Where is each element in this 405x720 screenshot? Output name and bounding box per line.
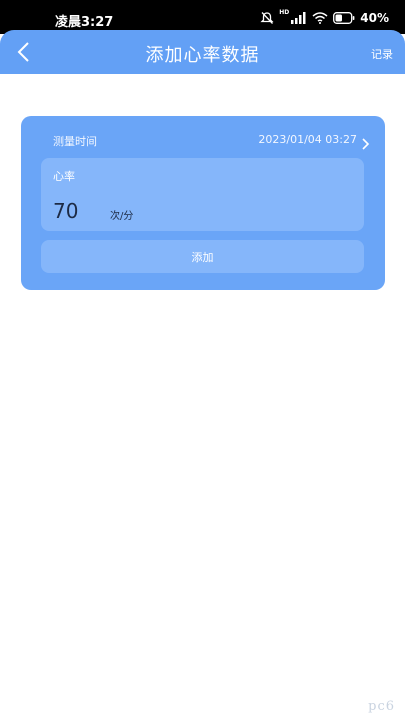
hd-badge: HD — [279, 9, 290, 16]
add-button[interactable]: 添加 — [41, 240, 364, 273]
status-icons: HD 40% — [260, 10, 389, 26]
watermark-logo: pc6 — [368, 699, 395, 714]
measure-time-value[interactable]: 2023/01/04 03:27 — [258, 133, 357, 146]
chevron-right-icon[interactable] — [361, 135, 371, 150]
heart-rate-field[interactable]: 心率 70 次/分 — [41, 158, 364, 231]
page-title: 添加心率数据 — [145, 45, 260, 66]
heart-rate-unit: 次/分 — [110, 211, 134, 222]
wifi-icon — [312, 12, 328, 24]
bell-muted-icon — [260, 11, 274, 25]
heart-rate-input[interactable]: 70 — [53, 199, 78, 223]
status-time: 凌晨3:27 — [55, 15, 114, 30]
heart-rate-form-card: 测量时间 2023/01/04 03:27 心率 70 次/分 添加 — [21, 116, 385, 290]
app-header: 添加心率数据 记录 — [0, 30, 405, 74]
battery-icon — [333, 12, 355, 24]
heart-rate-label: 心率 — [53, 170, 75, 183]
measure-time-label: 测量时间 — [53, 135, 97, 148]
status-bar: 凌晨3:27 HD 40% — [0, 0, 405, 34]
records-button[interactable]: 记录 — [371, 46, 393, 62]
signal-icon — [291, 12, 307, 24]
battery-percent: 40% — [360, 11, 389, 25]
